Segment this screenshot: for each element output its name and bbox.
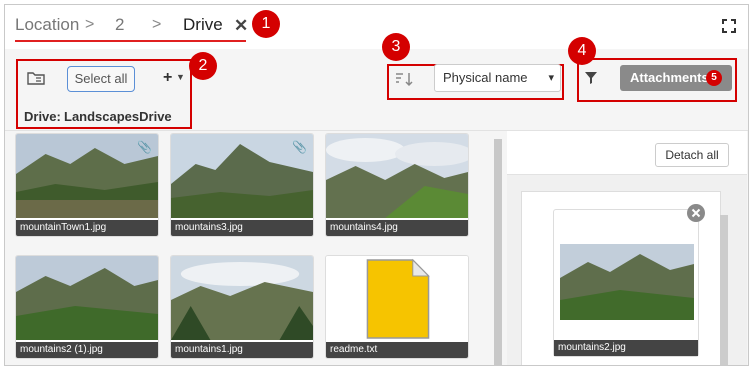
image-thumbnail [560, 244, 694, 320]
file-tile[interactable]: 📎 mountains3.jpg [170, 133, 314, 237]
callout-badge-2: 2 [189, 52, 217, 80]
filter-icon[interactable] [584, 71, 598, 85]
breadcrumb-separator-icon: > [152, 16, 162, 33]
image-thumbnail [326, 134, 468, 218]
image-thumbnail [16, 256, 158, 340]
callout-badge-1: 1 [252, 10, 280, 38]
select-all-button[interactable]: Select all [67, 66, 135, 92]
file-name: mountains2 (1).jpg [16, 342, 158, 358]
remove-attachment-icon[interactable] [687, 204, 705, 222]
file-name: readme.txt [326, 342, 468, 358]
detach-all-button[interactable]: Detach all [655, 143, 729, 167]
file-tile[interactable]: readme.txt [325, 255, 469, 359]
file-name: mountainTown1.jpg [16, 220, 158, 236]
close-icon[interactable]: ✕ [234, 16, 248, 36]
sort-select-value: Physical name [443, 70, 528, 85]
sort-icon[interactable] [394, 71, 414, 87]
file-picker-window: Location > 2 > Drive ✕ 1 2 Select all + … [4, 4, 749, 366]
file-name: mountains1.jpg [171, 342, 313, 358]
chevron-down-icon: ▾ [548, 72, 554, 84]
file-name: mountains4.jpg [326, 220, 468, 236]
attachments-panel: Detach all mountains2.jpg [507, 131, 747, 365]
content-area: 📎 mountainTown1.jpg 📎 mountains3.jpg mou… [5, 131, 748, 365]
breadcrumb-drive: Drive [183, 15, 223, 34]
attachments-panel-header: Detach all [507, 131, 747, 175]
callout-badge-3: 3 [382, 33, 410, 61]
scrollbar-thumb[interactable] [494, 139, 502, 365]
file-tile[interactable]: mountains4.jpg [325, 133, 469, 237]
callout-badge-4: 4 [568, 37, 596, 65]
breadcrumb-separator-icon: > [85, 16, 95, 33]
folder-icon[interactable] [27, 71, 45, 85]
drive-value: LandscapesDrive [64, 109, 172, 124]
toolbar: 2 Select all + ▼ Drive: LandscapesDrive … [5, 33, 748, 131]
fullscreen-icon[interactable] [722, 19, 736, 33]
sort-select[interactable]: Physical name ▾ [434, 64, 561, 92]
panel-scrollbar[interactable] [720, 215, 728, 365]
attachments-count-badge: 5 [706, 70, 722, 86]
chevron-down-icon[interactable]: ▼ [176, 72, 185, 82]
file-tile[interactable]: mountains2 (1).jpg [15, 255, 159, 359]
paperclip-icon: 📎 [137, 140, 152, 154]
grid-scrollbar[interactable] [494, 139, 502, 365]
breadcrumb-location[interactable]: Location [15, 15, 79, 35]
file-tile[interactable]: 📎 mountainTown1.jpg [15, 133, 159, 237]
drive-label: Drive: [24, 109, 61, 124]
file-name: mountains3.jpg [171, 220, 313, 236]
breadcrumb: Location > 2 > Drive ✕ 1 [5, 5, 748, 49]
paperclip-icon: 📎 [292, 140, 307, 154]
image-thumbnail [171, 256, 313, 340]
document-icon [326, 256, 468, 340]
attachment-name: mountains2.jpg [554, 340, 698, 356]
attachment-card[interactable]: mountains2.jpg [553, 209, 699, 357]
attachments-button[interactable]: Attachments 5 [620, 65, 732, 91]
callout-underline [15, 40, 246, 42]
breadcrumb-2[interactable]: 2 [115, 15, 124, 35]
add-button[interactable]: + [163, 69, 172, 87]
attachments-button-label: Attachments [630, 70, 709, 85]
file-tile[interactable]: mountains1.jpg [170, 255, 314, 359]
